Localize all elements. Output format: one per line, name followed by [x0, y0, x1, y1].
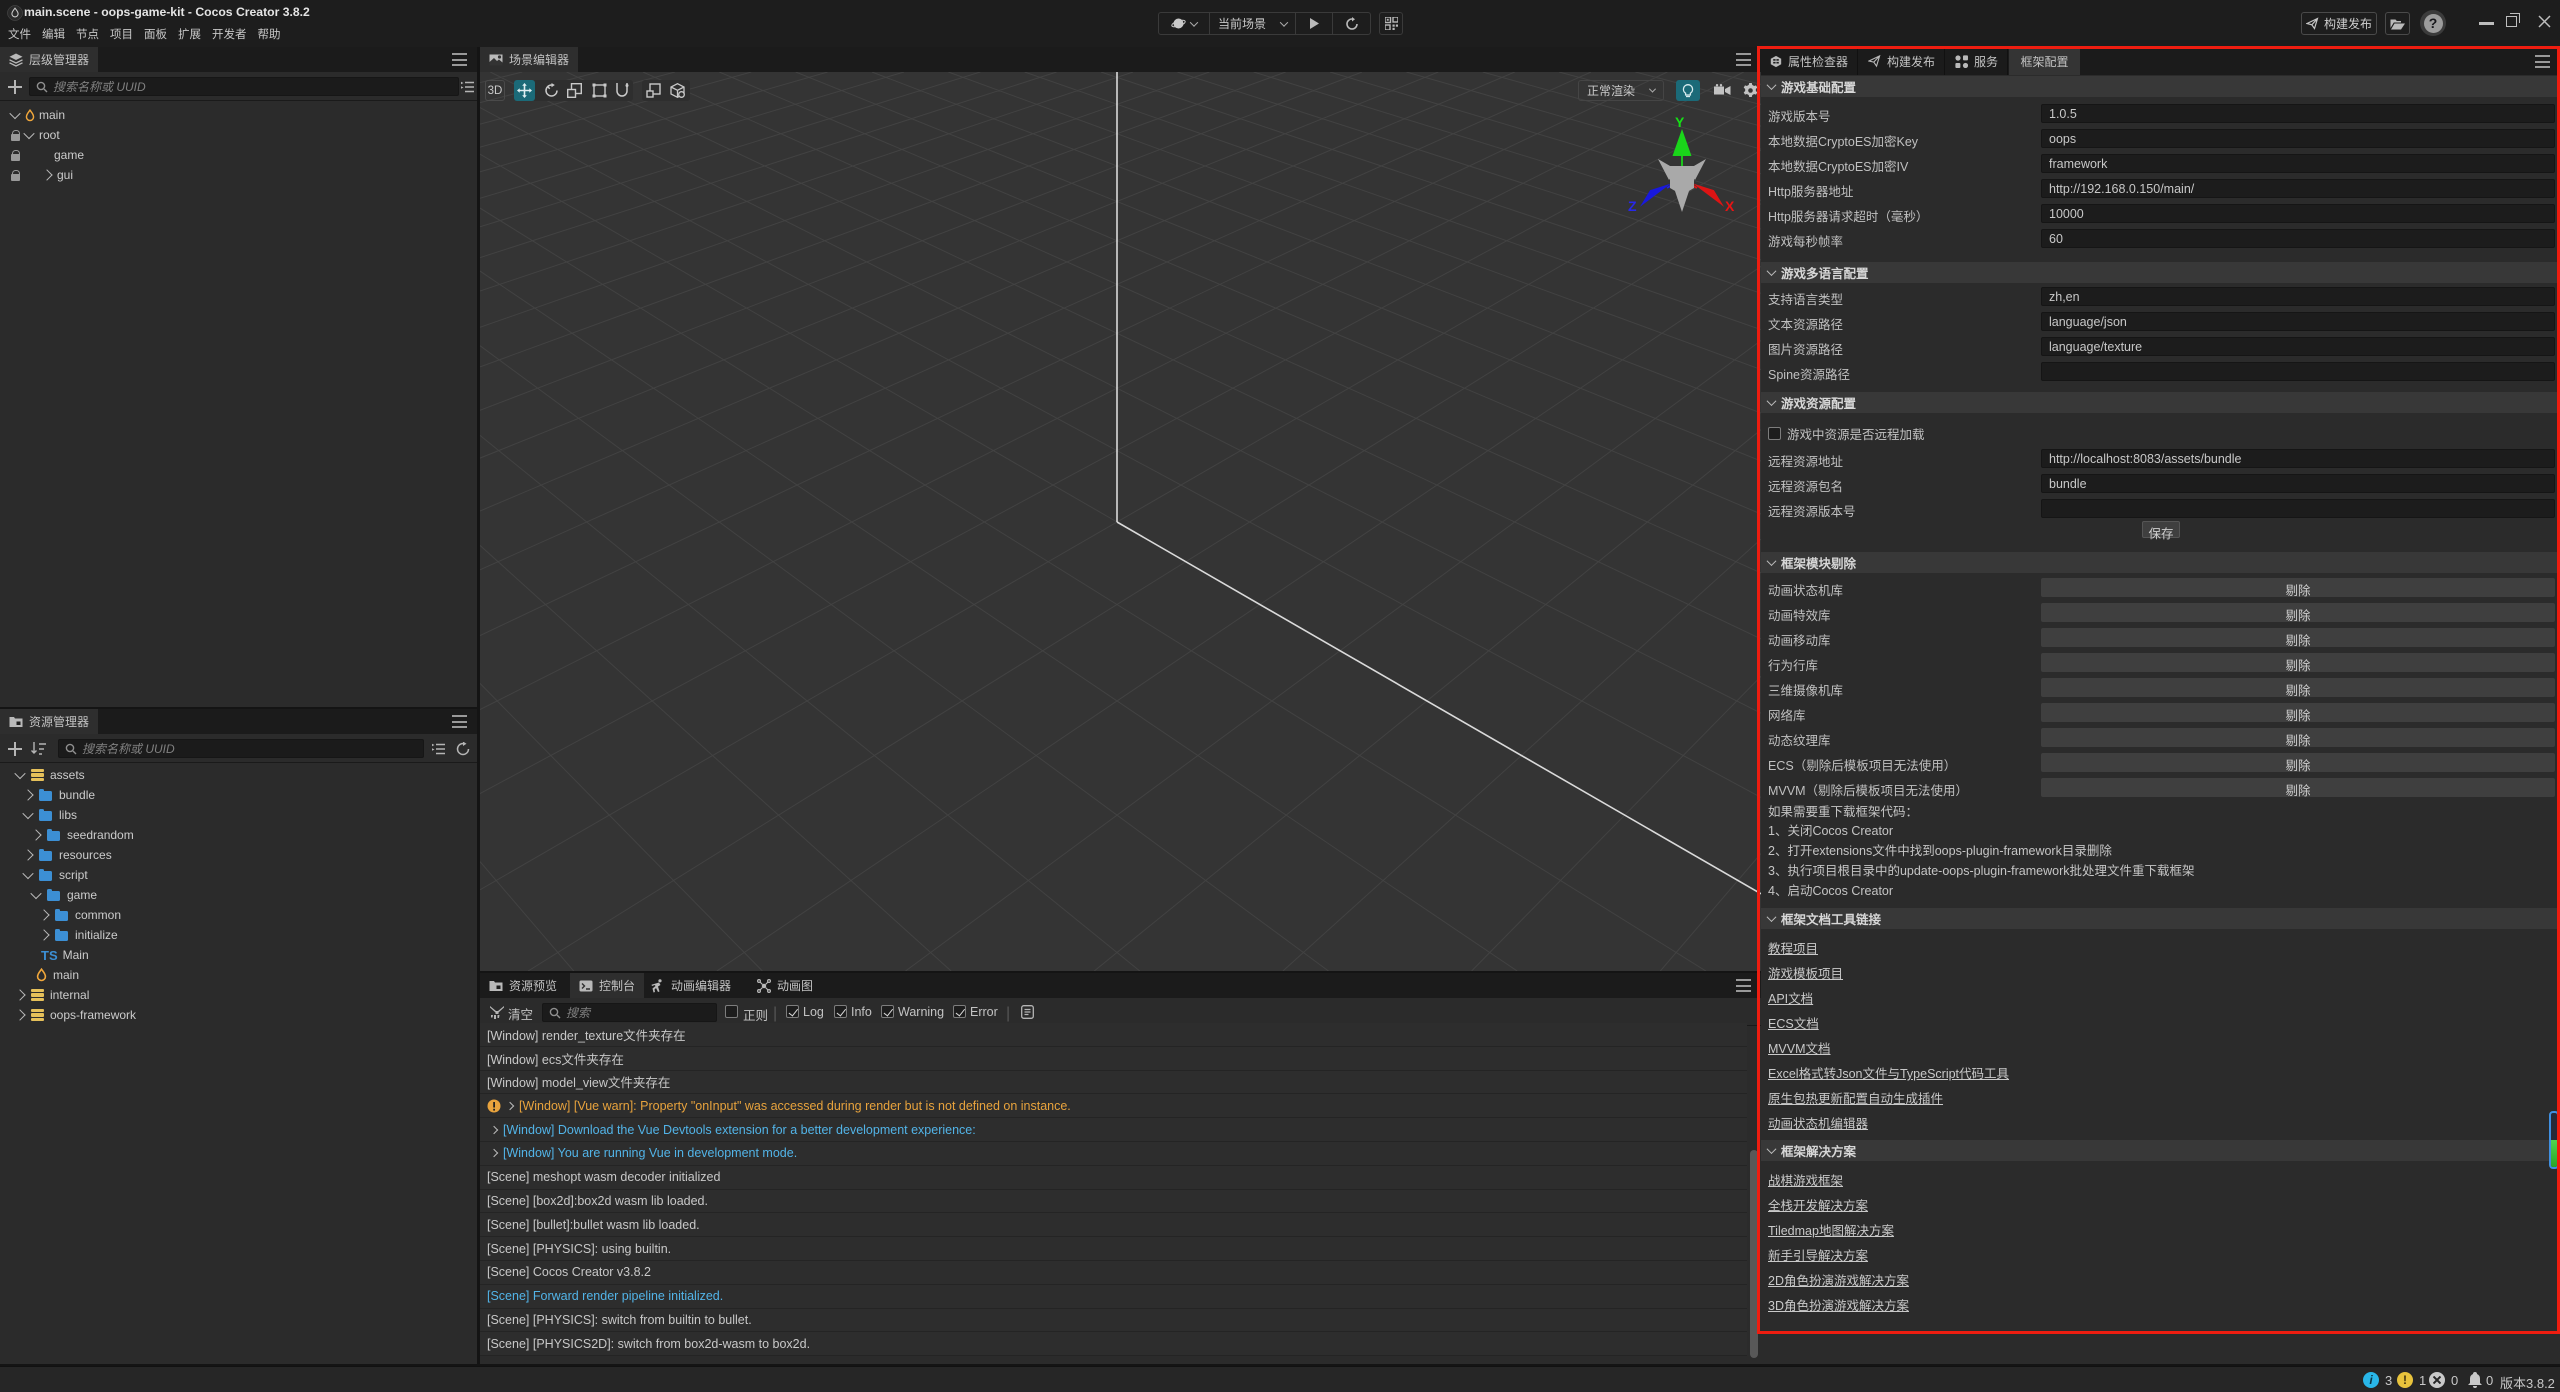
- svg-text:X: X: [1725, 198, 1735, 214]
- svg-text:Z: Z: [1628, 198, 1637, 214]
- svg-text:Y: Y: [1675, 115, 1685, 130]
